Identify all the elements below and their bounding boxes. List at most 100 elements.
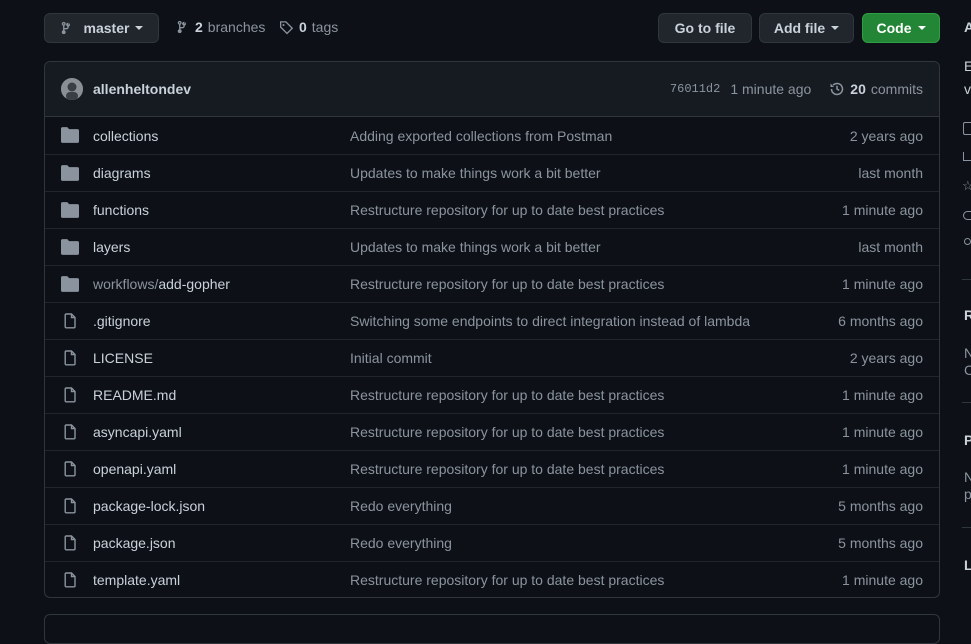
file-name-link[interactable]: openapi.yaml	[93, 461, 176, 477]
code-label: Code	[876, 20, 912, 36]
file-icon	[61, 461, 79, 477]
sidebar-packages-text1: N	[964, 469, 971, 485]
file-row[interactable]: asyncapi.yaml Restructure repository for …	[45, 413, 939, 450]
file-row[interactable]: LICENSE Initial commit 2 years ago	[45, 339, 939, 376]
commit-meta: 76011d2 1 minute ago 20 commits	[670, 62, 923, 116]
commit-age: 1 minute ago	[842, 572, 923, 588]
commit-time: 1 minute ago	[730, 81, 812, 97]
sidebar-star-icon: ☆	[962, 178, 971, 193]
branch-selector-button[interactable]: master	[44, 13, 159, 43]
file-row[interactable]: .gitignore Switching some endpoints to di…	[45, 302, 939, 339]
commit-age: 1 minute ago	[842, 276, 923, 292]
commit-message-link[interactable]: Redo everything	[350, 498, 452, 514]
commit-message-link[interactable]: Restructure repository for up to date be…	[350, 572, 664, 588]
sidebar-releases-text2: C	[964, 362, 971, 378]
commit-message-link[interactable]: Restructure repository for up to date be…	[350, 387, 664, 403]
file-name-link[interactable]: package.json	[93, 535, 176, 551]
commit-message-link[interactable]: Restructure repository for up to date be…	[350, 276, 664, 292]
file-name: functions	[93, 202, 150, 218]
file-icon	[61, 387, 79, 403]
file-name-link[interactable]: template.yaml	[93, 572, 180, 588]
commit-message-link[interactable]: Restructure repository for up to date be…	[350, 424, 664, 440]
folder-icon	[61, 165, 79, 181]
file-name-link[interactable]: LICENSE	[93, 350, 153, 366]
file-row[interactable]: template.yaml Restructure repository for …	[45, 561, 939, 597]
commit-message-link[interactable]: Restructure repository for up to date be…	[350, 202, 664, 218]
file-icon	[61, 572, 79, 588]
file-name: diagrams	[93, 165, 151, 181]
code-button[interactable]: Code	[862, 13, 940, 43]
sidebar-languages-heading: L	[964, 557, 971, 573]
commit-age: 1 minute ago	[842, 387, 923, 403]
file-name: add-gopher	[158, 276, 230, 292]
folder-icon	[61, 127, 79, 143]
file-row[interactable]: diagrams Updates to make things work a bi…	[45, 154, 939, 191]
commit-message-link[interactable]: Initial commit	[350, 350, 432, 366]
commit-message-link[interactable]: Switching some endpoints to direct integ…	[350, 313, 750, 329]
tags-link[interactable]: 0 tags	[279, 19, 338, 35]
file-name-link[interactable]: functions	[93, 202, 149, 218]
commit-age: 2 years ago	[849, 350, 923, 366]
commit-message-link[interactable]: Restructure repository for up to date be…	[350, 461, 664, 477]
file-name: .gitignore	[93, 313, 151, 329]
file-name-link[interactable]: diagrams	[93, 165, 151, 181]
file-name-link[interactable]: workflows/add-gopher	[93, 276, 230, 292]
commit-author[interactable]: allenheltondev	[93, 81, 191, 97]
file-name-link[interactable]: asyncapi.yaml	[93, 424, 182, 440]
commit-message-link[interactable]: Updates to make things work a bit better	[350, 165, 601, 181]
branches-label: branches	[207, 19, 266, 35]
chevron-down-icon	[135, 26, 144, 30]
chevron-down-icon	[917, 26, 926, 30]
file-name-link[interactable]: README.md	[93, 387, 176, 403]
commit-message-link[interactable]: Updates to make things work a bit better	[350, 239, 601, 255]
file-name-link[interactable]: package-lock.json	[93, 498, 205, 514]
file-name-link[interactable]: collections	[93, 128, 158, 144]
commit-age: 1 minute ago	[842, 202, 923, 218]
avatar[interactable]	[61, 78, 83, 100]
file-row[interactable]: functions Restructure repository for up t…	[45, 191, 939, 228]
sidebar-description-line1: E	[964, 58, 971, 74]
go-to-file-button[interactable]: Go to file	[658, 13, 752, 43]
file-name: layers	[93, 239, 131, 255]
file-row[interactable]: collections Adding exported collections f…	[45, 117, 939, 154]
file-row[interactable]: package.json Redo everything 5 months ago	[45, 524, 939, 561]
sidebar-packages-text2: p	[964, 486, 971, 502]
file-name: package-lock.json	[93, 498, 206, 514]
go-to-file-label: Go to file	[674, 20, 736, 36]
commit-message-link[interactable]: Redo everything	[350, 535, 452, 551]
commits-link[interactable]: 20 commits	[829, 81, 923, 97]
sidebar-divider	[962, 279, 971, 280]
file-icon	[61, 535, 79, 551]
file-row[interactable]: layers Updates to make things work a bit …	[45, 228, 939, 265]
branch-icon	[177, 20, 187, 34]
add-file-button[interactable]: Add file	[759, 13, 854, 43]
file-name: collections	[93, 127, 159, 144]
file-row[interactable]: openapi.yaml Restructure repository for u…	[45, 450, 939, 487]
commit-message-link[interactable]: Adding exported collections from Postman	[350, 128, 612, 144]
tags-count: 0	[299, 19, 307, 35]
file-rows: collections Adding exported collections f…	[45, 117, 939, 597]
readme-container	[44, 614, 940, 644]
file-icon	[61, 424, 79, 440]
sidebar-description-line2: v	[964, 81, 971, 97]
file-row[interactable]: package-lock.json Redo everything 5 months…	[45, 487, 939, 524]
commit-age: last month	[858, 165, 923, 181]
sidebar-watch-icon	[963, 211, 971, 220]
file-name: README.md	[93, 387, 177, 403]
commit-age: 1 minute ago	[842, 461, 923, 477]
sidebar-releases-heading: R	[964, 307, 971, 323]
commit-age: 6 months ago	[838, 313, 923, 329]
file-name-link[interactable]: .gitignore	[93, 313, 151, 329]
commit-age: 5 months ago	[838, 535, 923, 551]
branch-name: master	[83, 20, 130, 36]
commits-count: 20	[850, 81, 866, 97]
sidebar-divider	[962, 402, 971, 403]
file-row[interactable]: README.md Restructure repository for up t…	[45, 376, 939, 413]
branch-icon	[61, 21, 70, 35]
sidebar-about-heading: A	[964, 19, 971, 35]
branches-link[interactable]: 2 branches	[176, 19, 265, 35]
latest-commit-bar: allenheltondev 76011d2 1 minute ago 20 c…	[45, 62, 939, 117]
file-name-link[interactable]: layers	[93, 239, 130, 255]
file-row[interactable]: workflows/add-gopher Restructure reposito…	[45, 265, 939, 302]
commit-sha[interactable]: 76011d2	[670, 82, 720, 96]
